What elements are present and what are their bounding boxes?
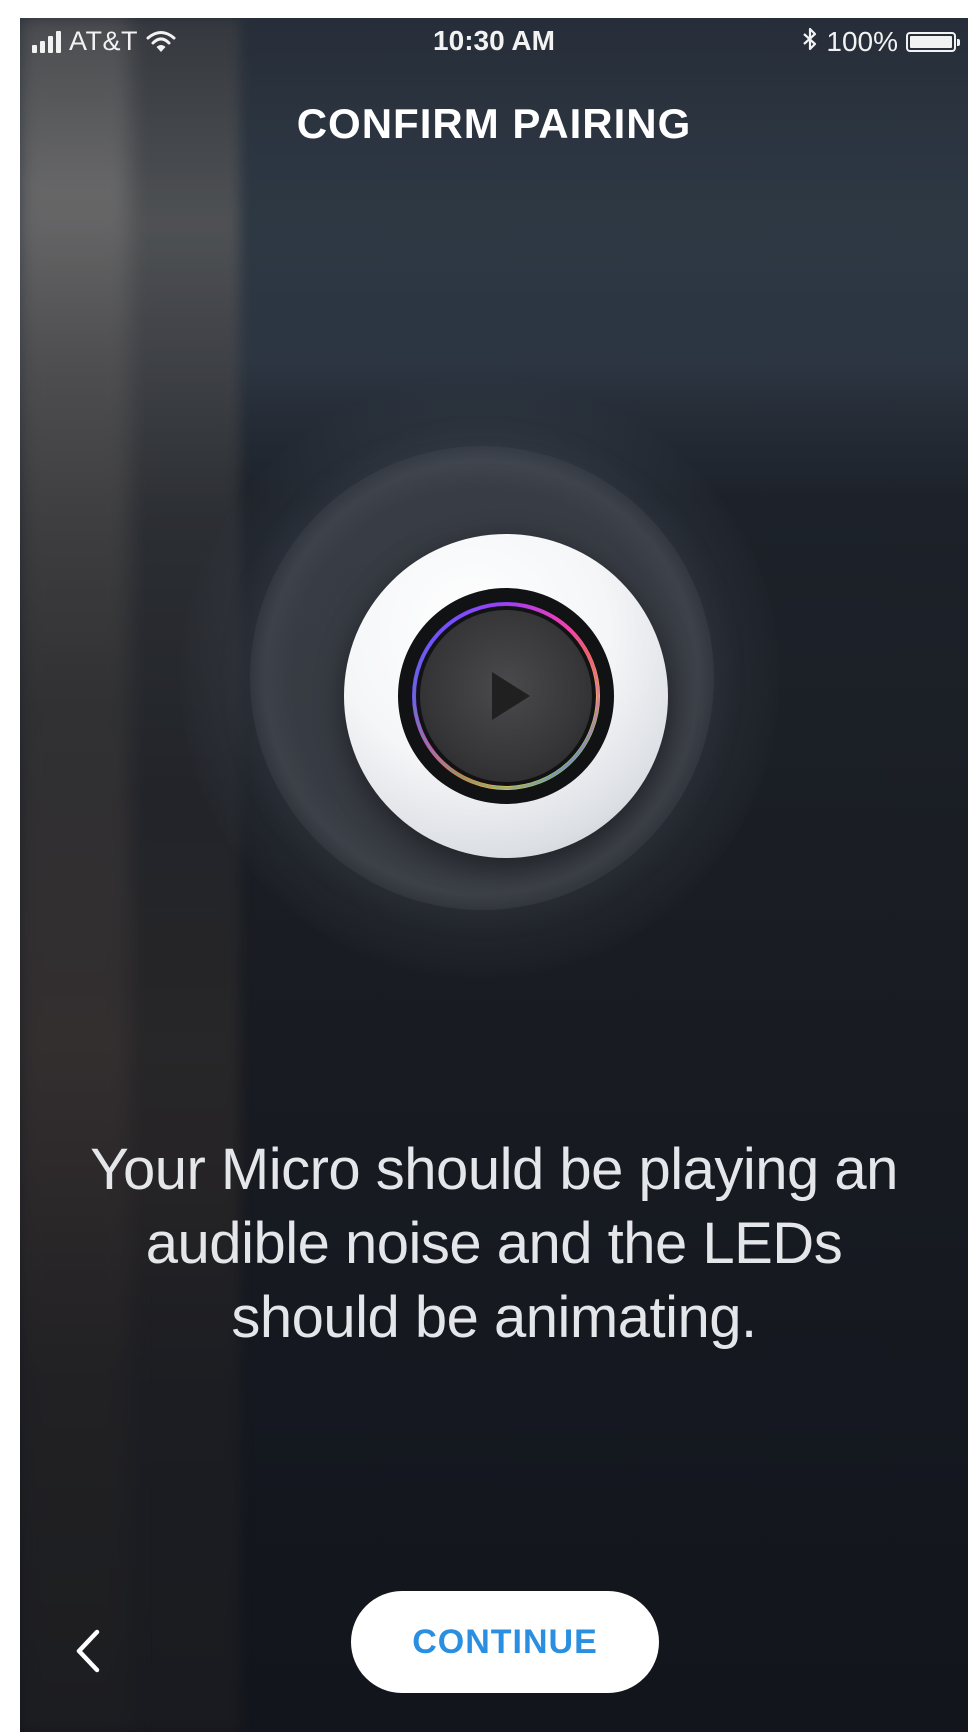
screen: AT&T 10:30 AM 100% CONFIRM PAIRING Your … <box>20 18 968 1732</box>
status-bar: AT&T 10:30 AM 100% <box>20 18 968 66</box>
continue-button[interactable]: CONTINUE <box>351 1591 659 1693</box>
instruction-text: Your Micro should be playing an audible … <box>90 1137 898 1350</box>
battery-icon <box>906 32 960 52</box>
bluetooth-icon <box>802 27 818 58</box>
play-icon <box>492 672 530 720</box>
device-face <box>420 610 592 782</box>
chevron-left-icon <box>76 1629 100 1673</box>
background-blur-edge <box>20 18 130 1732</box>
battery-percent: 100% <box>826 26 898 57</box>
led-ring <box>398 588 614 804</box>
back-button[interactable] <box>58 1616 118 1686</box>
status-right: 100% <box>802 26 960 58</box>
page-title: CONFIRM PAIRING <box>296 100 692 147</box>
